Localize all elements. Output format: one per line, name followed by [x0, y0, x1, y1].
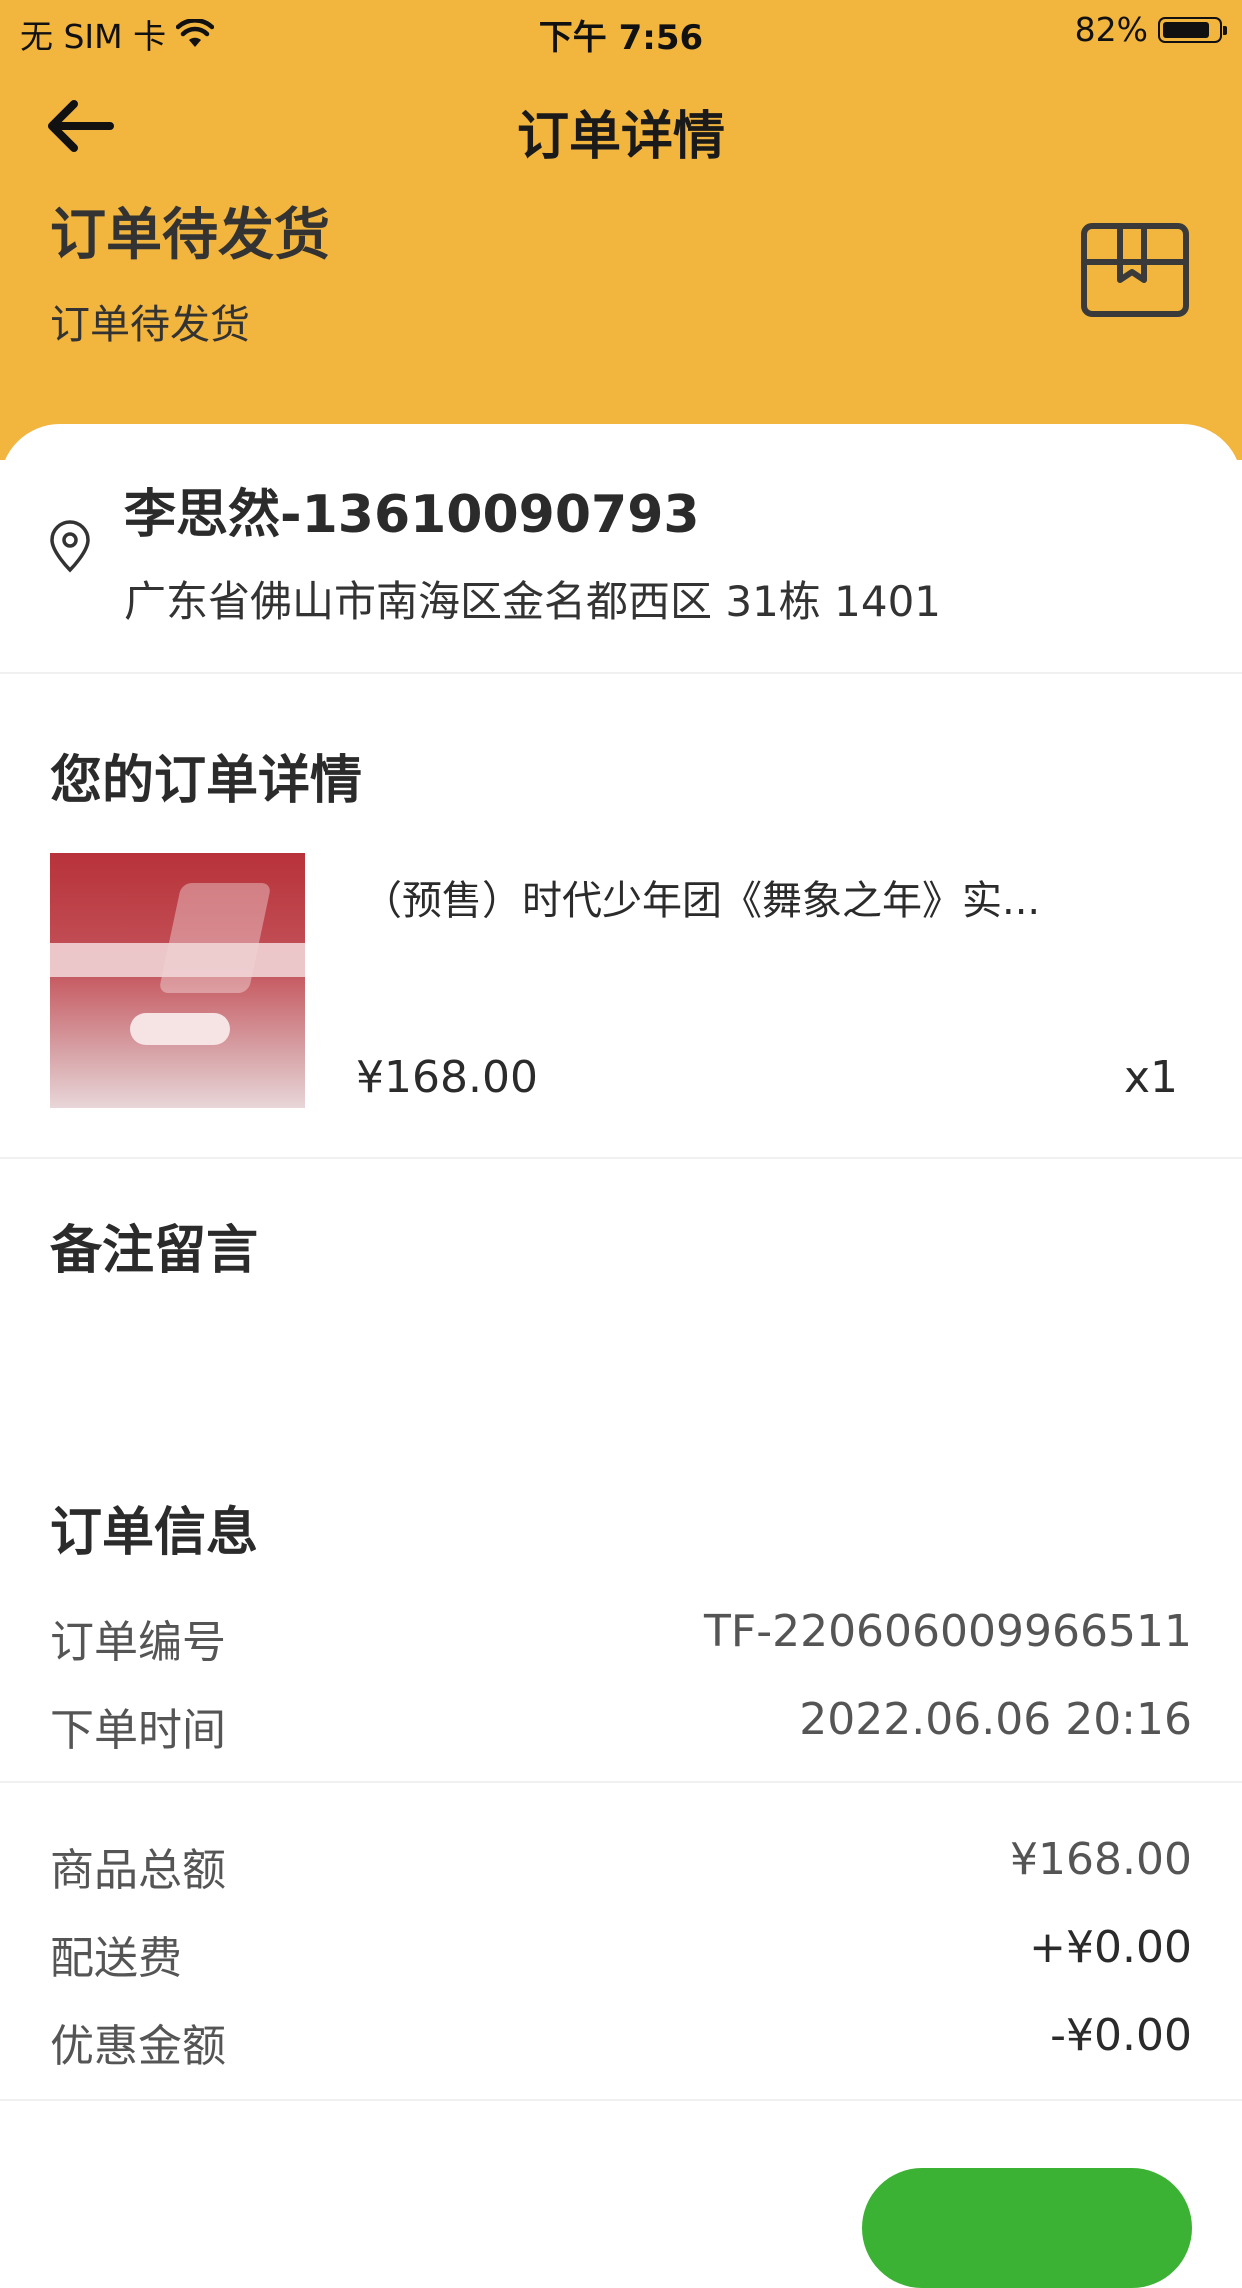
- battery-percent: 82%: [1074, 10, 1148, 49]
- status-bar: 无 SIM 卡 下午 7:56 82%: [0, 0, 1242, 62]
- discount-label: 优惠金额: [50, 2021, 226, 2072]
- divider: [0, 1157, 1242, 1159]
- package-icon: [1081, 223, 1189, 317]
- divider: [0, 2099, 1242, 2101]
- status-right: 82%: [1074, 10, 1227, 49]
- address-detail: 广东省佛山市南海区金名都西区 31栋 1401: [124, 577, 942, 626]
- order-number-value: TF-220606009966511: [704, 1606, 1192, 1657]
- location-pin-icon: [50, 520, 90, 573]
- order-info-title: 订单信息: [50, 1503, 259, 1563]
- action-button[interactable]: [862, 2168, 1192, 2288]
- status-time: 下午 7:56: [538, 18, 704, 58]
- page-title: 订单详情: [516, 107, 725, 167]
- order-header: 无 SIM 卡 下午 7:56 82% 订单详情 订单待发货 订单待发货: [0, 0, 1242, 460]
- product-quantity: x1: [1123, 1052, 1178, 1103]
- order-status-subtitle: 订单待发货: [50, 302, 250, 348]
- order-status-title: 订单待发货: [50, 203, 330, 268]
- battery-icon: [1158, 16, 1227, 43]
- shipping-fee-value: +¥0.00: [1029, 1922, 1192, 1973]
- divider: [0, 1781, 1242, 1783]
- shipping-fee-label: 配送费: [50, 1933, 182, 1984]
- nav-bar: 订单详情: [0, 86, 1242, 167]
- divider: [0, 672, 1242, 674]
- goods-total-label: 商品总额: [50, 1845, 226, 1896]
- product-image[interactable]: [50, 853, 305, 1108]
- order-number-label: 订单编号: [50, 1617, 226, 1668]
- goods-total-value: ¥168.00: [1010, 1834, 1192, 1885]
- product-price: ¥168.00: [356, 1052, 538, 1103]
- product-name[interactable]: （预售）时代少年团《舞象之年》实...: [362, 868, 1040, 926]
- order-details-title: 您的订单详情: [50, 751, 363, 811]
- remarks-title: 备注留言: [50, 1221, 259, 1281]
- recipient-name-phone: 李思然-13610090793: [124, 485, 700, 545]
- order-time-value: 2022.06.06 20:16: [799, 1694, 1192, 1745]
- order-time-label: 下单时间: [50, 1705, 226, 1756]
- discount-value: -¥0.00: [1050, 2010, 1192, 2061]
